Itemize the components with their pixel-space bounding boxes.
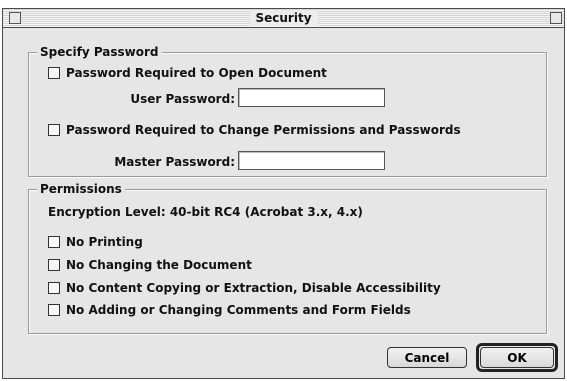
window-title: Security — [249, 10, 318, 26]
permissions-password-row[interactable]: Password Required to Change Permissions … — [48, 123, 461, 137]
zoom-box-icon[interactable] — [550, 12, 562, 24]
permissions-password-label: Password Required to Change Permissions … — [66, 123, 461, 137]
no-printing-checkbox[interactable] — [48, 236, 60, 248]
open-password-row[interactable]: Password Required to Open Document — [48, 66, 327, 80]
permissions-password-checkbox[interactable] — [48, 124, 60, 136]
no-printing-label: No Printing — [66, 235, 143, 249]
no-changing-document-row[interactable]: No Changing the Document — [48, 258, 252, 272]
ok-button[interactable]: OK — [480, 347, 554, 368]
no-comments-form-fields-checkbox[interactable] — [48, 304, 60, 316]
open-password-label: Password Required to Open Document — [66, 66, 327, 80]
title-bar[interactable]: Security — [3, 9, 564, 28]
no-changing-document-checkbox[interactable] — [48, 259, 60, 271]
user-password-field[interactable] — [238, 88, 385, 107]
master-password-field[interactable] — [238, 151, 385, 170]
specify-password-legend: Specify Password — [37, 44, 162, 60]
no-content-copying-row[interactable]: No Content Copying or Extraction, Disabl… — [48, 281, 441, 295]
no-changing-document-label: No Changing the Document — [66, 258, 252, 272]
user-password-label: User Password: — [130, 92, 235, 106]
open-password-checkbox[interactable] — [48, 67, 60, 79]
no-comments-form-fields-label: No Adding or Changing Comments and Form … — [66, 303, 411, 317]
no-content-copying-checkbox[interactable] — [48, 282, 60, 294]
cancel-button[interactable]: Cancel — [387, 347, 467, 368]
no-printing-row[interactable]: No Printing — [48, 235, 143, 249]
encryption-level-text: Encryption Level: 40-bit RC4 (Acrobat 3.… — [48, 205, 363, 219]
security-dialog: Security Specify Password Password Requi… — [2, 8, 565, 379]
permissions-legend: Permissions — [37, 181, 125, 197]
no-content-copying-label: No Content Copying or Extraction, Disabl… — [66, 281, 441, 295]
no-comments-form-fields-row[interactable]: No Adding or Changing Comments and Form … — [48, 303, 411, 317]
close-box-icon[interactable] — [9, 12, 21, 24]
master-password-label: Master Password: — [114, 155, 235, 169]
